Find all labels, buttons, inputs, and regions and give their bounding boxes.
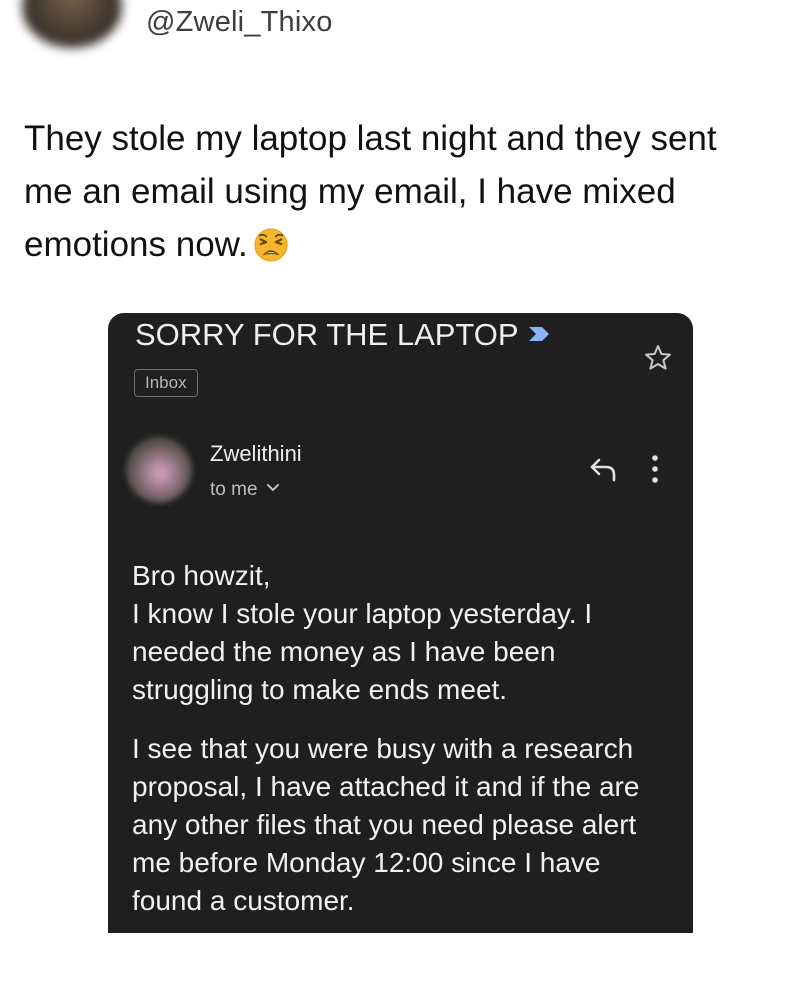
important-marker-icon[interactable] <box>527 323 553 345</box>
email-body-paragraph-1: Bro howzit, I know I stole your laptop ye… <box>132 557 672 709</box>
chevron-down-icon <box>266 484 279 491</box>
email-body-paragraph-2: I see that you were busy with a research… <box>132 730 672 920</box>
email-card: SORRY FOR THE LAPTOP Inbox Zwelithini to… <box>108 313 693 933</box>
sender-avatar[interactable] <box>126 437 192 503</box>
reply-icon[interactable] <box>588 456 618 482</box>
tweet-author-handle[interactable]: @Zweli_Thixo <box>146 6 333 39</box>
email-subject: SORRY FOR THE LAPTOP <box>135 317 519 352</box>
sender-name[interactable]: Zwelithini <box>210 441 302 467</box>
email-subject-row: SORRY FOR THE LAPTOP <box>135 317 553 353</box>
recipient-details-toggle[interactable]: to me <box>210 479 280 501</box>
tweet-text: They stole my laptop last night and they… <box>24 119 717 264</box>
recipient-text: to me <box>210 479 258 500</box>
tweet-author-avatar[interactable] <box>22 0 122 48</box>
email-greeting: Bro howzit, <box>132 560 271 591</box>
more-vertical-icon[interactable] <box>650 453 660 485</box>
email-body: Bro howzit, I know I stole your laptop ye… <box>132 557 672 933</box>
email-paragraph-1: I know I stole your laptop yesterday. I … <box>132 598 593 705</box>
email-paragraph-2: I see that you were busy with a research… <box>132 733 640 916</box>
star-icon[interactable] <box>643 343 673 373</box>
weary-face-emoji-icon <box>254 228 288 262</box>
inbox-label-chip[interactable]: Inbox <box>134 369 198 397</box>
tweet-text-block: They stole my laptop last night and they… <box>24 112 764 271</box>
screenshot-page: @Zweli_Thixo They stole my laptop last n… <box>0 0 800 1000</box>
